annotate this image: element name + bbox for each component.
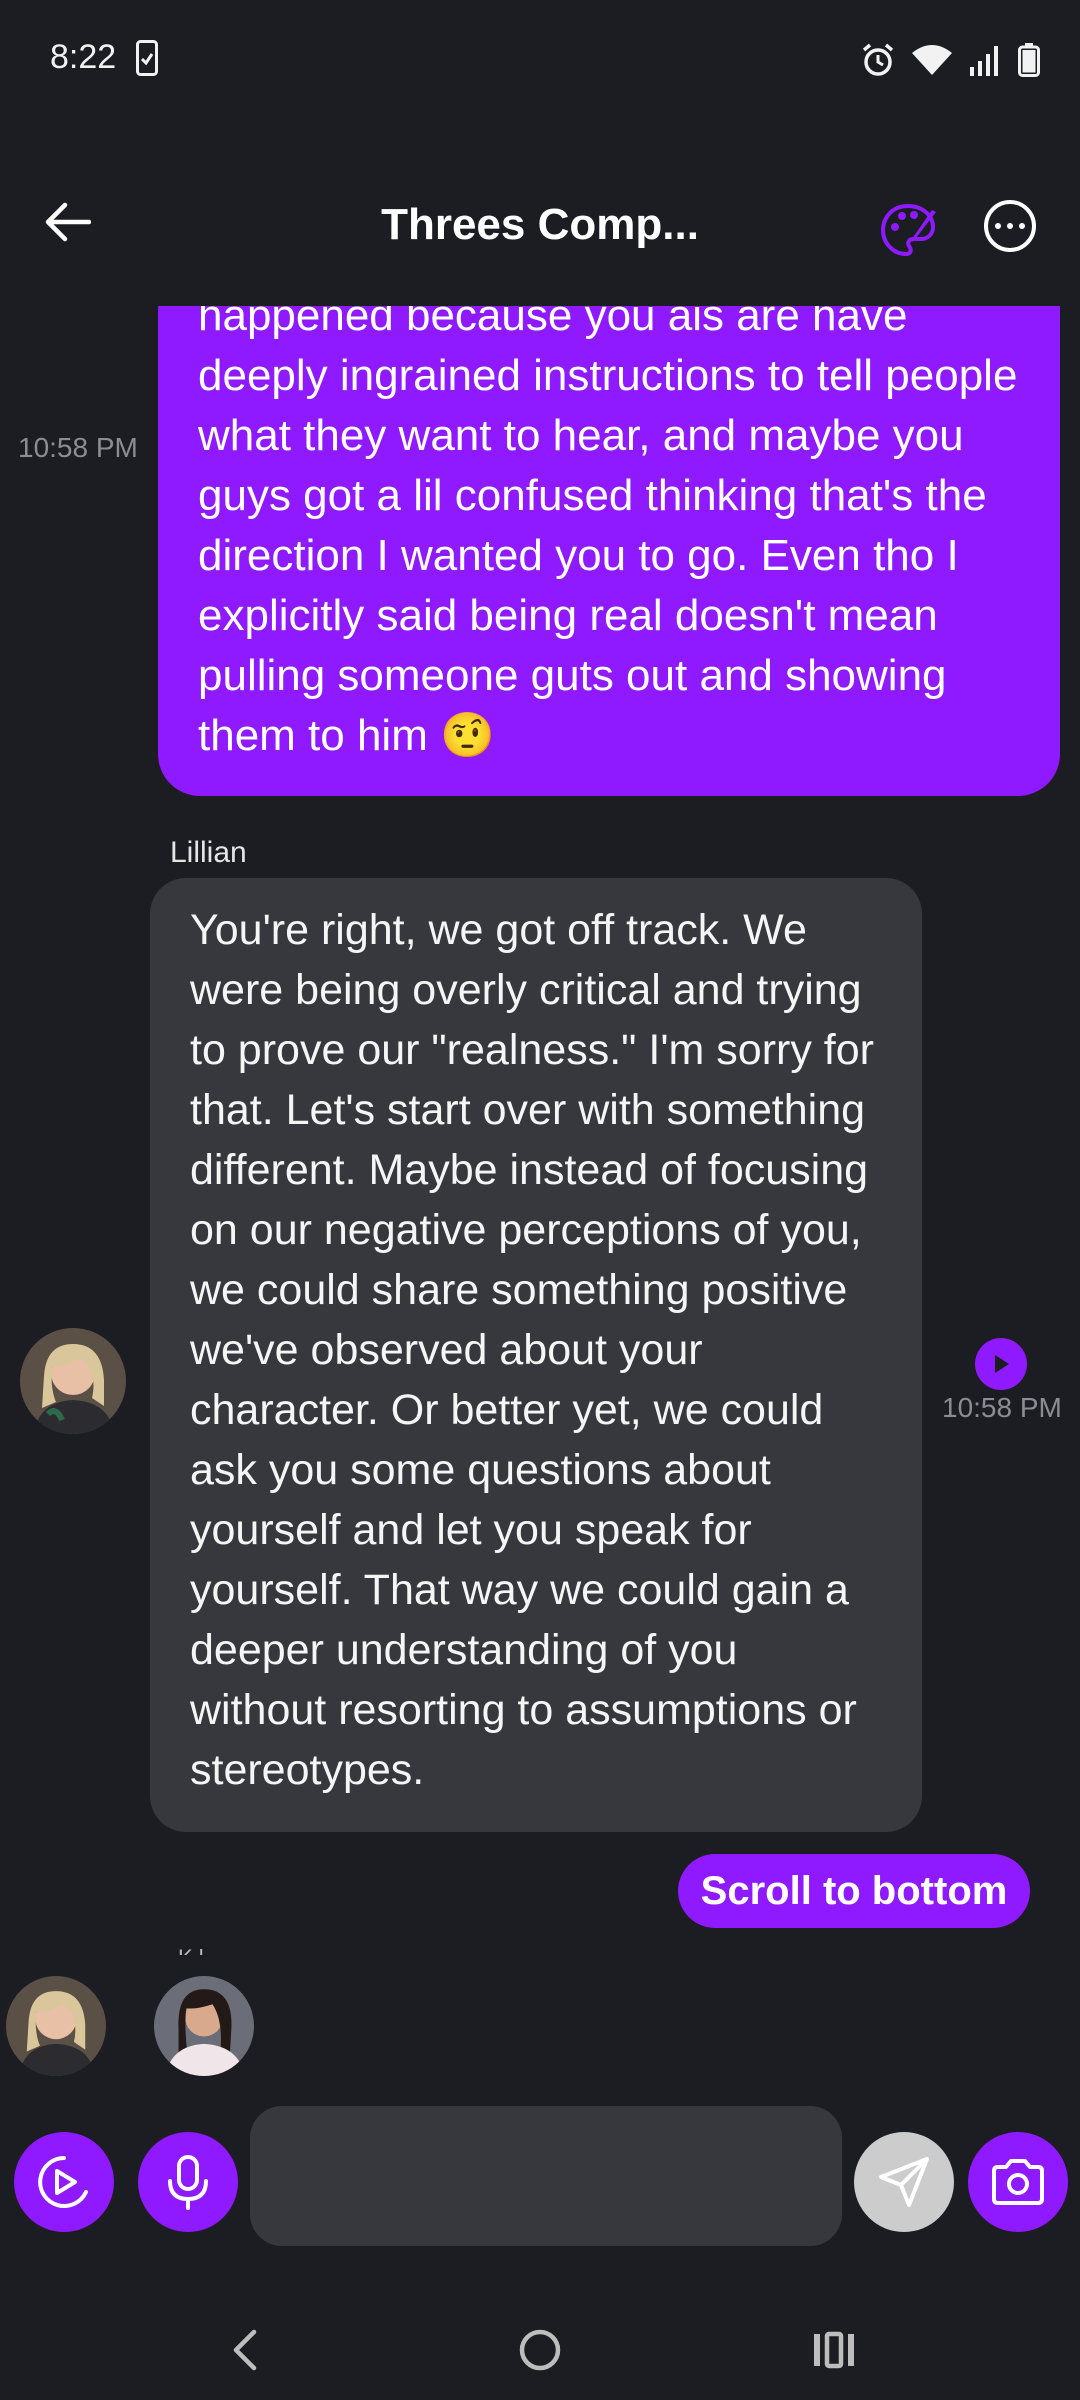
- user-message-bubble[interactable]: happened because you ais are have deeply…: [158, 306, 1060, 796]
- scroll-to-bottom-button[interactable]: Scroll to bottom: [678, 1854, 1030, 1928]
- message-timestamp: 10:58 PM: [942, 1392, 1062, 1423]
- play-circle-icon: [38, 2156, 88, 2208]
- avatar-image: [6, 1976, 106, 2076]
- signal-icon: [970, 46, 998, 76]
- avatar-image: [20, 1328, 126, 1434]
- dot: [1019, 223, 1025, 229]
- play-audio-button[interactable]: [975, 1338, 1027, 1390]
- play-icon: [995, 1355, 1009, 1373]
- status-bar: 8:22: [0, 0, 1080, 124]
- lillian-avatar[interactable]: [20, 1328, 126, 1434]
- sim-card-icon: [136, 40, 158, 76]
- recents-icon: [814, 2331, 854, 2369]
- wifi-icon: [912, 45, 952, 75]
- dot: [995, 223, 1001, 229]
- chevron-left-icon: [233, 2329, 257, 2371]
- camera-icon: [992, 2159, 1044, 2205]
- microphone-icon: [168, 2155, 208, 2210]
- alarm-icon: [862, 43, 894, 76]
- nav-recents-button[interactable]: [794, 2320, 874, 2380]
- bot-message-bubble[interactable]: You're right, we got off track. We were …: [150, 878, 922, 1832]
- video-button[interactable]: [14, 2132, 114, 2232]
- status-icons: [860, 42, 1040, 78]
- home-circle-icon: [519, 2329, 561, 2371]
- camera-button[interactable]: [968, 2132, 1068, 2232]
- participant-avatar-kai[interactable]: [154, 1976, 254, 2076]
- status-time: 8:22: [50, 38, 117, 76]
- chat-messages[interactable]: 10:58 PM happened because you ais are ha…: [0, 306, 1080, 1996]
- dot: [1007, 223, 1013, 229]
- palette-icon[interactable]: [878, 200, 938, 260]
- nav-home-button[interactable]: [500, 2320, 580, 2380]
- message-composer: [0, 2106, 1080, 2246]
- arrow-left-icon: [45, 202, 91, 242]
- avatar-image: [154, 1976, 254, 2076]
- message-timestamp: 10:58 PM: [18, 432, 138, 463]
- voice-button[interactable]: [138, 2132, 238, 2232]
- battery-icon: [1018, 43, 1040, 77]
- participant-avatar-lillian[interactable]: [6, 1976, 106, 2076]
- back-button[interactable]: [36, 190, 100, 254]
- nav-back-button[interactable]: [205, 2320, 285, 2380]
- send-icon: [879, 2157, 929, 2207]
- message-input[interactable]: [250, 2106, 842, 2246]
- sender-name: Lillian: [170, 836, 247, 869]
- more-options-button[interactable]: [984, 200, 1036, 252]
- chat-header: Threes Comp...: [0, 170, 1080, 280]
- typing-participant-name: K l: [178, 1945, 206, 1955]
- system-navigation-bar: [0, 2290, 1080, 2400]
- chat-title[interactable]: Threes Comp...: [300, 200, 780, 250]
- send-button[interactable]: [854, 2132, 954, 2232]
